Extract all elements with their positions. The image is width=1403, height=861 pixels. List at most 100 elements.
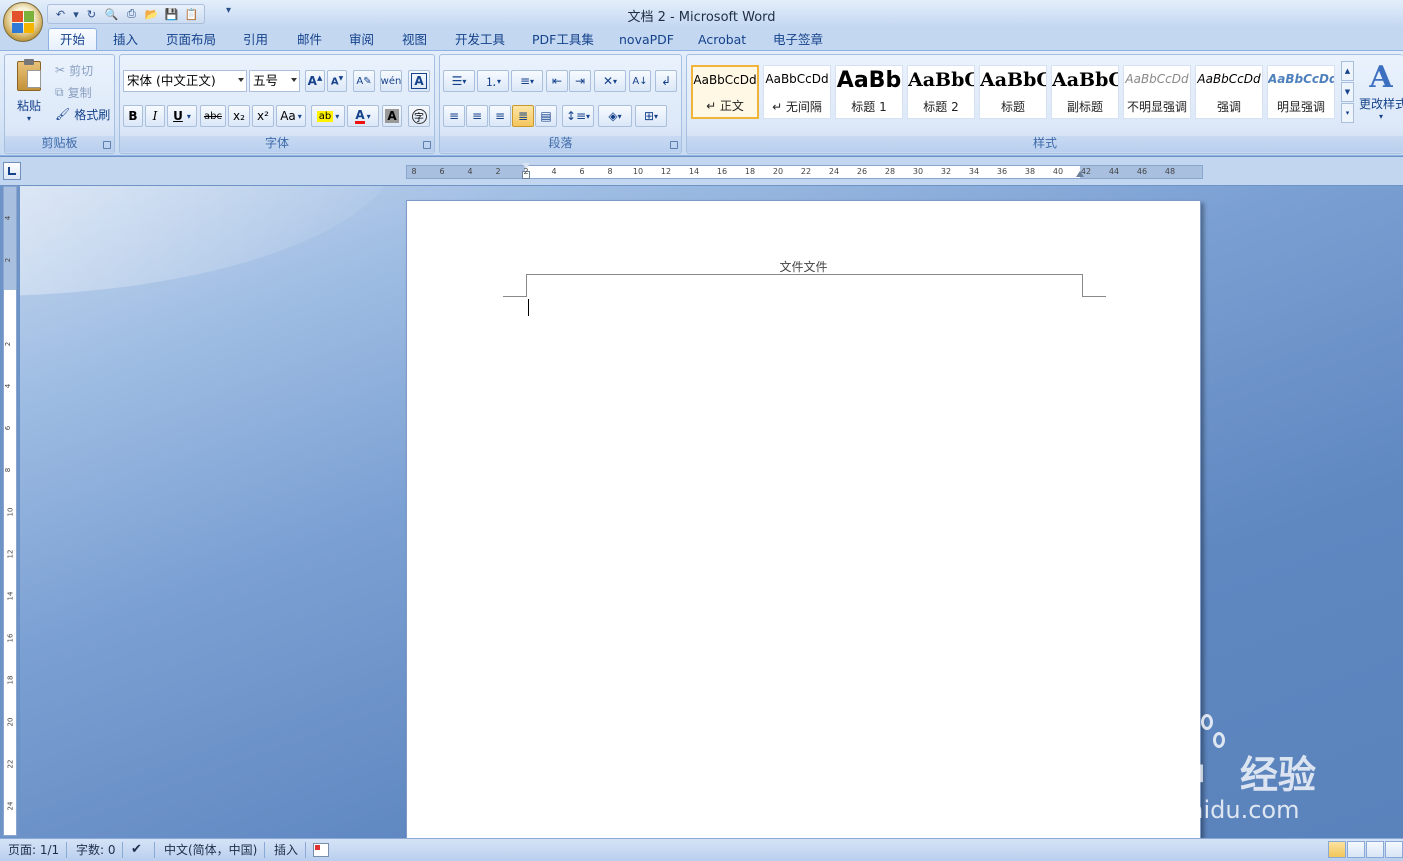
grow-font-button[interactable]: A▲ (305, 70, 325, 92)
multilevel-dropdown-icon[interactable]: ▾ (530, 77, 534, 86)
shrink-font-button[interactable]: A▼ (327, 70, 347, 92)
status-page[interactable]: 页面: 1/1 (8, 842, 59, 858)
numbering-dropdown-icon[interactable]: ▾ (497, 77, 501, 86)
style-heading-2[interactable]: AaBbC 标题 2 (907, 65, 975, 119)
paragraph-launcher-icon[interactable] (670, 141, 678, 149)
font-name-combo[interactable]: 宋体 (中文正文) (123, 70, 247, 92)
horizontal-ruler[interactable]: 8 6 4 2 2 4 6 8 10 12 14 16 18 20 22 24 26 28 30 32 34 36 38 40… (406, 163, 1203, 179)
outline-view-icon[interactable] (1385, 841, 1403, 858)
distributed-button[interactable]: ▤ (535, 105, 557, 127)
underline-dropdown-icon[interactable]: ▾ (187, 112, 191, 121)
line-spacing-dropdown-icon[interactable]: ▾ (586, 112, 590, 121)
styles-more-icon[interactable]: ▾ (1341, 103, 1354, 123)
style-subtitle[interactable]: AaBbC 副标题 (1051, 65, 1119, 119)
tab-selector-icon[interactable] (3, 162, 21, 180)
font-size-combo[interactable]: 五号 (249, 70, 300, 92)
chinese-layout-button[interactable]: ✕ ▾ (594, 70, 626, 92)
change-styles-dropdown-icon[interactable]: ▾ (1359, 112, 1403, 121)
justify-button[interactable]: ≣ (512, 105, 534, 127)
status-insert-mode[interactable]: 插入 (274, 842, 298, 858)
sort-button[interactable]: A↓ (629, 70, 651, 92)
character-shading-button[interactable]: A (382, 105, 402, 127)
highlight-dropdown-icon[interactable]: ▾ (335, 112, 339, 121)
subscript-button[interactable]: x₂ (228, 105, 250, 127)
tab-e-signature[interactable]: 电子签章 (762, 29, 834, 51)
tab-mailings[interactable]: 邮件 (286, 29, 333, 51)
tab-acrobat[interactable]: Acrobat (687, 29, 757, 51)
bullets-dropdown-icon[interactable]: ▾ (462, 77, 466, 86)
cut-button[interactable]: ✂ 剪切 (55, 61, 93, 79)
paste-dropdown-icon[interactable]: ▾ (9, 114, 49, 123)
shading-dropdown-icon[interactable]: ▾ (618, 112, 622, 121)
underline-button[interactable]: U ▾ (167, 105, 197, 127)
italic-button[interactable]: I (145, 105, 165, 127)
web-layout-view-icon[interactable] (1366, 841, 1384, 858)
borders-dropdown-icon[interactable]: ▾ (654, 112, 658, 121)
align-left-button[interactable]: ≡ (443, 105, 465, 127)
highlight-button[interactable]: ab ▾ (311, 105, 345, 127)
line-spacing-button[interactable]: ↕≡ ▾ (562, 105, 594, 127)
bold-button[interactable]: B (123, 105, 143, 127)
clear-format-button[interactable]: A✎ (353, 70, 375, 92)
ruler-label: 32 (940, 167, 952, 176)
full-screen-reading-view-icon[interactable] (1347, 841, 1365, 858)
style-no-spacing[interactable]: AaBbCcDd ↵ 无间隔 (763, 65, 831, 119)
align-center-button[interactable]: ≡ (466, 105, 488, 127)
tab-novapdf[interactable]: novaPDF (608, 29, 685, 51)
styles-scroll[interactable]: ▲ ▼ ▾ (1341, 61, 1354, 123)
vertical-ruler[interactable]: 4 2 2 4 6 8 10 12 14 16 18 20 22 24 (3, 186, 17, 836)
tab-insert[interactable]: 插入 (102, 29, 149, 51)
align-right-button[interactable]: ≡ (489, 105, 511, 127)
tab-pdf-tools[interactable]: PDF工具集 (521, 29, 605, 51)
tab-developer[interactable]: 开发工具 (444, 29, 516, 51)
change-case-button[interactable]: Aa ▾ (276, 105, 306, 127)
shading-button[interactable]: ◈ ▾ (598, 105, 632, 127)
title-bar: ↶ ▾ ↻ 🔍 ⎙ 📂 💾 📋 ▾ 文档 2 - Microsoft Word (0, 0, 1403, 42)
styles-scroll-up-icon[interactable]: ▲ (1341, 61, 1354, 81)
enclose-characters-button[interactable]: 字 (408, 105, 430, 127)
tab-page-layout[interactable]: 页面布局 (155, 29, 227, 51)
phonetic-guide-button[interactable]: wén (380, 70, 402, 92)
tab-review[interactable]: 审阅 (338, 29, 385, 51)
paste-button[interactable]: 粘贴 ▾ (9, 59, 49, 131)
style-intense-emphasis[interactable]: AaBbCcDd 明显强调 (1267, 65, 1335, 119)
status-word-count[interactable]: 字数: 0 (76, 842, 116, 858)
format-painter-button[interactable]: 🖌 格式刷 (55, 105, 110, 123)
print-layout-view-icon[interactable] (1328, 841, 1346, 858)
header-text[interactable]: 文件文件 (407, 258, 1200, 275)
multilevel-list-button[interactable]: ≡ ▾ (511, 70, 543, 92)
superscript-button[interactable]: x² (252, 105, 274, 127)
office-button[interactable] (3, 2, 43, 42)
chinese-layout-dropdown-icon[interactable]: ▾ (613, 77, 617, 86)
increase-indent-button[interactable]: ⇥ (569, 70, 591, 92)
status-language[interactable]: 中文(简体，中国) (164, 842, 257, 858)
change-styles-button[interactable]: A 更改样式 ▾ (1359, 61, 1403, 131)
font-color-dropdown-icon[interactable]: ▾ (367, 112, 371, 121)
decrease-indent-button[interactable]: ⇤ (546, 70, 568, 92)
tab-references[interactable]: 引用 (232, 29, 279, 51)
character-border-button[interactable]: A (408, 70, 430, 92)
font-name-dropdown-icon[interactable] (238, 78, 244, 82)
numbering-button[interactable]: ⒈ ▾ (477, 70, 509, 92)
macro-record-icon[interactable] (313, 843, 329, 857)
font-launcher-icon[interactable] (423, 141, 431, 149)
style-emphasis[interactable]: AaBbCcDd 强调 (1195, 65, 1263, 119)
proofing-check-icon[interactable]: ✔ (131, 842, 142, 858)
style-subtle-emphasis[interactable]: AaBbCcDd 不明显强调 (1123, 65, 1191, 119)
clipboard-launcher-icon[interactable] (103, 141, 111, 149)
strikethrough-button[interactable]: abc (200, 105, 226, 127)
bullets-button[interactable]: ☰ ▾ (443, 70, 475, 92)
style-title[interactable]: AaBbC 标题 (979, 65, 1047, 119)
borders-button[interactable]: ⊞ ▾ (635, 105, 667, 127)
font-size-dropdown-icon[interactable] (291, 78, 297, 82)
style-normal[interactable]: AaBbCcDd ↵ 正文 (691, 65, 759, 119)
show-marks-button[interactable]: ↲ (655, 70, 677, 92)
copy-button[interactable]: ⧉ 复制 (55, 83, 92, 101)
font-color-button[interactable]: A ▾ (347, 105, 379, 127)
styles-scroll-down-icon[interactable]: ▼ (1341, 82, 1354, 102)
style-heading-1[interactable]: AaBb 标题 1 (835, 65, 903, 119)
change-case-dropdown-icon[interactable]: ▾ (298, 112, 302, 121)
tab-view[interactable]: 视图 (391, 29, 438, 51)
ruler-label: 16 (6, 633, 15, 643)
tab-home[interactable]: 开始 (48, 28, 98, 52)
